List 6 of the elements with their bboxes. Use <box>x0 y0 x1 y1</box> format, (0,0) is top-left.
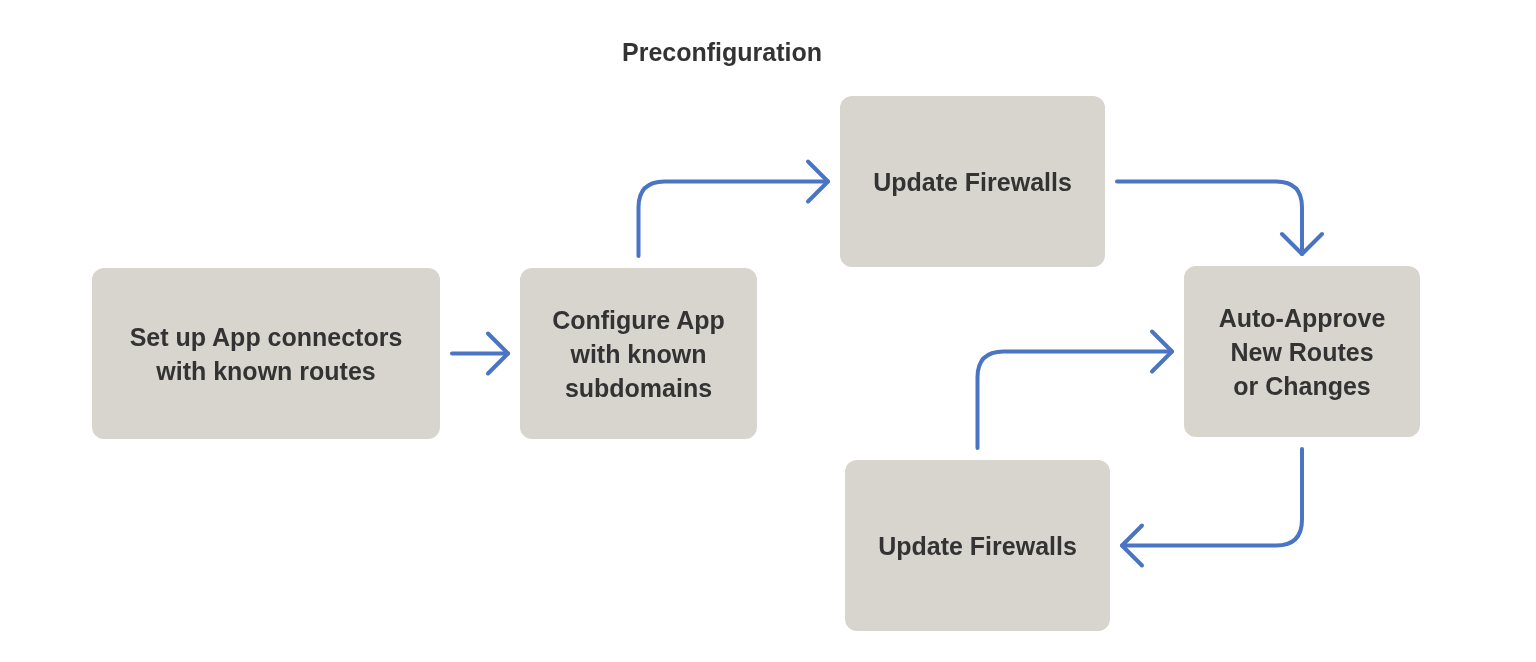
process-box: Update Firewalls <box>845 460 1110 631</box>
process-box: Update Firewalls <box>840 96 1105 267</box>
diagram-title: Preconfiguration <box>622 38 822 67</box>
process-box: Auto-Approve New Routes or Changes <box>1184 266 1420 437</box>
process-box: Configure App with known subdomains <box>520 268 757 439</box>
process-box: Set up App connectors with known routes <box>92 268 440 439</box>
